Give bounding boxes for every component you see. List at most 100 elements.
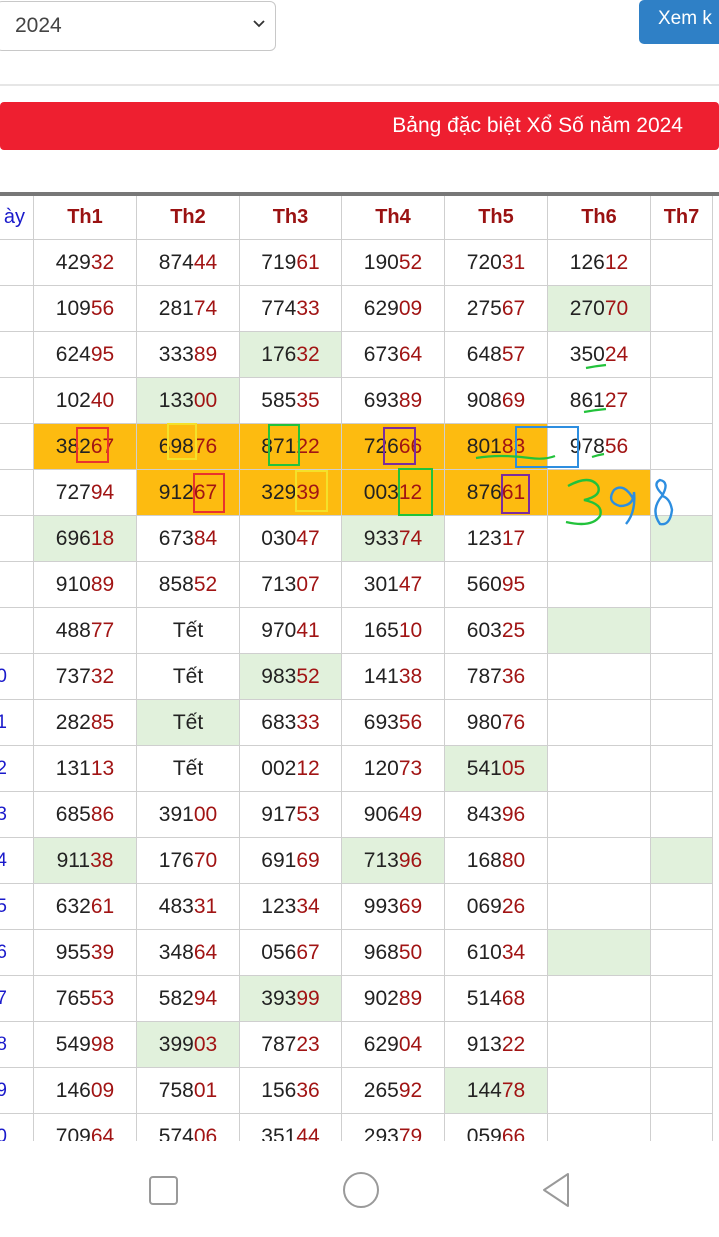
number-tail: 56 xyxy=(604,434,629,458)
result-cell: 585 35 xyxy=(240,378,342,424)
number-tail: 79 xyxy=(398,1124,423,1142)
day-cell: 2 xyxy=(0,746,34,792)
result-cell xyxy=(548,608,651,654)
result-cell xyxy=(651,1022,713,1068)
result-cell: 582 94 xyxy=(137,976,240,1022)
table-title-banner: Bảng đặc biệt Xổ Số năm 2024 xyxy=(0,102,719,150)
result-cell xyxy=(651,654,713,700)
result-cell: 560 95 xyxy=(445,562,548,608)
number-tail: 89 xyxy=(398,388,423,412)
result-cell: Tết xyxy=(137,746,240,792)
result-cell: 980 76 xyxy=(445,700,548,746)
number-tail: 31 xyxy=(501,250,526,274)
number-tail: 44 xyxy=(296,1124,320,1142)
number-head: 156 xyxy=(261,1078,297,1102)
result-cell xyxy=(548,1068,651,1114)
number-head: 787 xyxy=(261,1032,297,1056)
number-head: 146 xyxy=(55,1078,91,1102)
result-cell xyxy=(548,746,651,792)
number-tail: 23 xyxy=(296,1032,320,1056)
number-tail: 52 xyxy=(398,250,423,274)
number-tail: 96 xyxy=(501,802,526,826)
number-tail: 69 xyxy=(398,894,423,918)
number-head: 912 xyxy=(158,480,194,504)
number-tail: 39 xyxy=(296,480,320,504)
number-head: 265 xyxy=(363,1078,399,1102)
day-cell xyxy=(0,332,34,378)
number-tail: 01 xyxy=(193,1078,218,1102)
result-cell xyxy=(651,884,713,930)
number-tail: 18 xyxy=(90,526,115,550)
day-cell: 1 xyxy=(0,700,34,746)
result-cell: 301 47 xyxy=(342,562,445,608)
result-cell: 123 34 xyxy=(240,884,342,930)
result-cell: 787 23 xyxy=(240,1022,342,1068)
result-cell xyxy=(651,240,713,286)
result-cell: 281 74 xyxy=(137,286,240,332)
number-head: 719 xyxy=(261,250,297,274)
result-cell: 648 57 xyxy=(445,332,548,378)
year-select[interactable]: 2024 xyxy=(0,1,276,51)
number-head: 713 xyxy=(261,572,297,596)
result-cell xyxy=(651,700,713,746)
result-cell: 603 25 xyxy=(445,608,548,654)
number-head: 727 xyxy=(55,480,91,504)
day-cell xyxy=(0,608,34,654)
number-head: 350 xyxy=(569,342,605,366)
header-th6: Th6 xyxy=(548,196,651,240)
number-tail: 12 xyxy=(604,250,629,274)
result-cell: 910 89 xyxy=(34,562,137,608)
result-cell: 629 04 xyxy=(342,1022,445,1068)
number-tail: 00 xyxy=(193,388,218,412)
number-head: 610 xyxy=(466,940,502,964)
number-head: 709 xyxy=(55,1124,91,1142)
number-tail: 66 xyxy=(398,434,423,458)
triangle-back-icon[interactable] xyxy=(536,1170,576,1210)
result-cell: 673 84 xyxy=(137,516,240,562)
number-head: 603 xyxy=(466,618,502,642)
result-cell: 190 52 xyxy=(342,240,445,286)
result-cell: 933 74 xyxy=(342,516,445,562)
number-head: 978 xyxy=(569,434,605,458)
square-icon[interactable] xyxy=(146,1173,182,1209)
result-cell: 713 07 xyxy=(240,562,342,608)
number-head: 726 xyxy=(363,434,399,458)
result-cell: 131 13 xyxy=(34,746,137,792)
result-cell: 874 44 xyxy=(137,240,240,286)
number-tail: 99 xyxy=(296,986,320,1010)
result-cell xyxy=(651,746,713,792)
result-cell: 912 67 xyxy=(137,470,240,516)
result-cell: 056 67 xyxy=(240,930,342,976)
number-tail: 95 xyxy=(501,572,526,596)
header-day: ày xyxy=(0,196,34,240)
number-tail: 04 xyxy=(398,1032,423,1056)
number-head: 685 xyxy=(55,802,91,826)
view-button[interactable]: Xem k xyxy=(639,0,719,44)
result-cell: 102 40 xyxy=(34,378,137,424)
result-cell: 719 61 xyxy=(240,240,342,286)
result-cell xyxy=(548,516,651,562)
result-cell: 691 69 xyxy=(240,838,342,884)
number-head: 329 xyxy=(261,480,297,504)
day-cell xyxy=(0,562,34,608)
result-cell xyxy=(548,562,651,608)
number-tail: 89 xyxy=(193,342,218,366)
number-head: 144 xyxy=(466,1078,502,1102)
number-tail: 74 xyxy=(193,296,218,320)
number-head: 120 xyxy=(363,756,399,780)
day-cell: 3 xyxy=(0,792,34,838)
number-head: 190 xyxy=(363,250,399,274)
number-tail: 22 xyxy=(501,1032,526,1056)
result-cell: 696 18 xyxy=(34,516,137,562)
number-tail: 74 xyxy=(398,526,423,550)
number-tail: 38 xyxy=(398,664,423,688)
circle-icon[interactable] xyxy=(340,1169,382,1211)
number-tail: 61 xyxy=(296,250,320,274)
result-cell: 351 44 xyxy=(240,1114,342,1141)
day-cell xyxy=(0,516,34,562)
header-th1: Th1 xyxy=(34,196,137,240)
number-head: 069 xyxy=(466,894,502,918)
number-tail: 06 xyxy=(193,1124,218,1142)
number-tail: 26 xyxy=(501,894,526,918)
day-cell: 0 xyxy=(0,1114,34,1141)
